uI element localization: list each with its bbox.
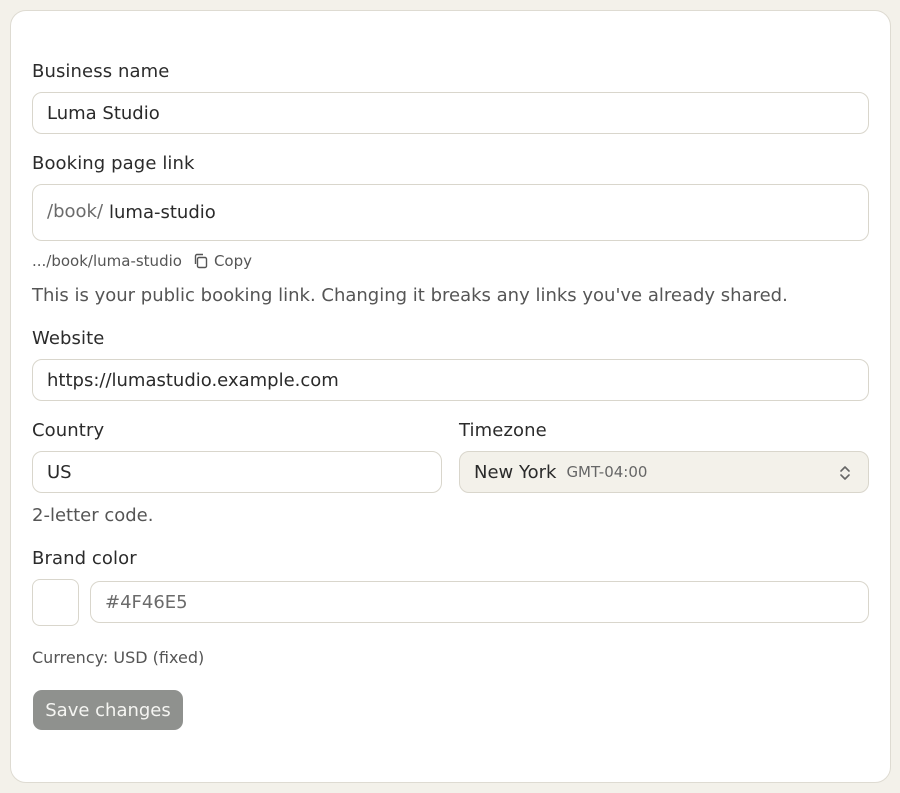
timezone-city: New York xyxy=(474,461,557,483)
country-value: US xyxy=(47,461,72,483)
brand-color-label: Brand color xyxy=(32,548,137,569)
brand-color-placeholder: #4F46E5 xyxy=(105,591,188,613)
settings-card: Business name Luma Studio Booking page l… xyxy=(10,10,891,783)
timezone-select[interactable]: New York GMT-04:00 xyxy=(459,451,869,493)
booking-link-help: This is your public booking link. Changi… xyxy=(32,285,788,306)
booking-link-input[interactable]: /book/ luma-studio xyxy=(32,184,869,241)
chevron-up-down-icon xyxy=(840,466,850,480)
booking-link-preview: .../book/luma-studio xyxy=(32,252,182,270)
copy-label: Copy xyxy=(213,252,252,270)
business-name-input[interactable]: Luma Studio xyxy=(32,92,869,134)
website-value: https://lumastudio.example.com xyxy=(47,369,339,391)
business-name-value: Luma Studio xyxy=(47,102,160,124)
save-changes-button[interactable]: Save changes xyxy=(33,690,183,730)
website-input[interactable]: https://lumastudio.example.com xyxy=(32,359,869,401)
copy-icon xyxy=(194,253,208,269)
currency-note: Currency: USD (fixed) xyxy=(32,648,205,667)
timezone-label: Timezone xyxy=(459,420,547,441)
copy-link-button[interactable]: Copy xyxy=(193,252,252,270)
booking-link-label: Booking page link xyxy=(32,153,195,174)
booking-link-prefix: /book/ xyxy=(47,201,104,222)
brand-color-input[interactable]: #4F46E5 xyxy=(90,581,869,623)
country-label: Country xyxy=(32,420,105,441)
country-input[interactable]: US xyxy=(32,451,442,493)
business-name-label: Business name xyxy=(32,61,170,82)
booking-link-value: luma-studio xyxy=(109,202,216,223)
brand-color-swatch[interactable] xyxy=(32,579,79,626)
timezone-offset: GMT-04:00 xyxy=(566,463,648,481)
booking-link-preview-row: .../book/luma-studio Copy xyxy=(32,252,252,270)
website-label: Website xyxy=(32,328,105,349)
country-help: 2-letter code. xyxy=(32,505,154,526)
